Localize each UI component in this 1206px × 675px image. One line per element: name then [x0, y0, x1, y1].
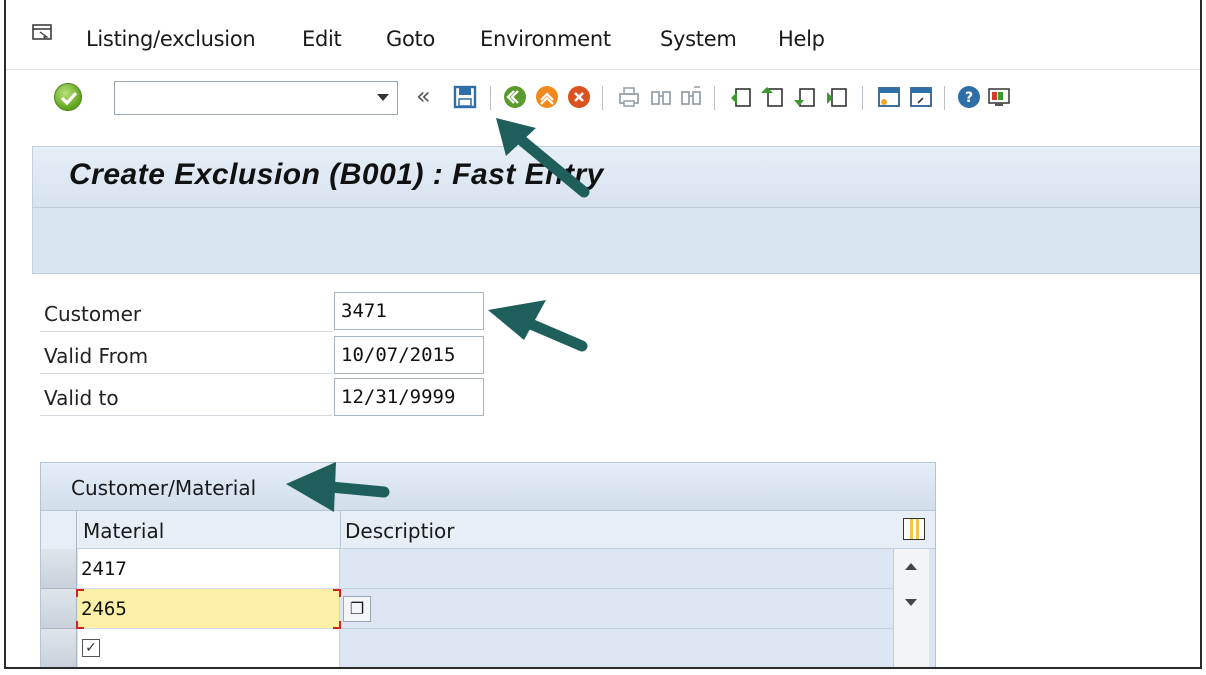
material-cell-active[interactable]: 2465 [78, 589, 340, 629]
create-session-icon[interactable] [876, 84, 902, 110]
description-cell [341, 629, 893, 667]
toolbar-separator [490, 86, 491, 110]
menu-system[interactable]: System [660, 27, 737, 51]
toolbar-separator [602, 86, 603, 110]
column-header-material[interactable]: Material [83, 519, 164, 543]
help-icon[interactable]: ? [956, 84, 982, 110]
chevron-down-icon[interactable] [377, 94, 389, 101]
menu-bar: Listing/exclusion Edit Goto Environment … [6, 0, 1200, 70]
toolbar-separator [944, 86, 945, 110]
table-title-bar: Customer/Material [41, 463, 935, 511]
customer-row: Customer [40, 292, 332, 332]
valid-from-label: Valid From [44, 344, 149, 368]
command-field[interactable] [114, 81, 398, 115]
menu-environment[interactable]: Environment [480, 27, 611, 51]
application-toolbar [32, 208, 1200, 274]
table-header: Material Descriptior [41, 511, 935, 549]
annotation-arrow-icon [496, 118, 590, 198]
sap-window: Listing/exclusion Edit Goto Environment … [4, 0, 1202, 669]
material-cell[interactable]: ✓ [78, 629, 340, 667]
svg-text:?: ? [965, 90, 973, 106]
row-selector[interactable] [41, 629, 77, 667]
last-page-icon[interactable] [824, 84, 850, 110]
table-settings-icon[interactable] [903, 518, 925, 540]
customer-material-table: Customer/Material Material Descriptior 2… [40, 462, 937, 667]
toolbar-separator [862, 86, 863, 110]
collapse-icon[interactable]: « [416, 82, 431, 110]
menu-edit[interactable]: Edit [302, 27, 342, 51]
title-area: Create Exclusion (B001) : Fast Entry [32, 146, 1200, 208]
next-page-icon[interactable] [792, 84, 818, 110]
checkbox-icon[interactable]: ✓ [82, 639, 100, 657]
menu-help[interactable]: Help [778, 27, 825, 51]
valid-to-label: Valid to [44, 386, 119, 410]
cancel-icon[interactable] [566, 84, 592, 110]
focus-bracket [76, 621, 84, 629]
table-row: 2465 ❐ [41, 589, 937, 629]
exit-icon[interactable] [534, 84, 560, 110]
scroll-down-icon[interactable] [905, 599, 917, 606]
shortcut-icon[interactable] [908, 84, 934, 110]
table-row: ✓ [41, 629, 937, 667]
vertical-scrollbar[interactable] [893, 549, 929, 667]
description-cell [341, 589, 893, 629]
valid-to-row: Valid to [40, 376, 332, 416]
menu-goto[interactable]: Goto [386, 27, 435, 51]
focus-bracket [333, 589, 341, 597]
customer-input[interactable]: 3471 [334, 292, 484, 330]
focus-bracket [76, 589, 84, 597]
toolbar-separator [714, 86, 715, 110]
enter-icon[interactable] [54, 83, 82, 111]
annotation-arrow-icon [286, 462, 390, 512]
value-help-icon[interactable]: ❐ [343, 596, 371, 622]
find-next-icon[interactable] [678, 84, 704, 110]
scroll-up-icon[interactable] [905, 563, 917, 570]
previous-page-icon[interactable] [760, 84, 786, 110]
menu-listing-exclusion[interactable]: Listing/exclusion [86, 27, 256, 51]
save-icon[interactable] [452, 84, 478, 110]
layout-icon[interactable] [986, 84, 1012, 110]
find-icon[interactable] [648, 84, 674, 110]
print-icon[interactable] [616, 84, 642, 110]
back-icon[interactable] [502, 84, 528, 110]
valid-from-row: Valid From [40, 334, 332, 374]
table-title: Customer/Material [71, 476, 257, 500]
menu-icon[interactable] [32, 24, 52, 40]
customer-label: Customer [44, 302, 142, 326]
select-all-cell[interactable] [41, 511, 77, 549]
material-cell[interactable]: 2417 [78, 549, 340, 589]
row-selector[interactable] [41, 549, 77, 589]
row-selector[interactable] [41, 589, 77, 629]
focus-bracket [333, 621, 341, 629]
annotation-arrow-icon [488, 300, 588, 352]
table-row: 2417 [41, 549, 937, 589]
description-cell [341, 549, 893, 589]
column-header-description[interactable]: Descriptior [345, 519, 454, 543]
first-page-icon[interactable] [728, 84, 754, 110]
valid-from-input[interactable]: 10/07/2015 [334, 336, 484, 374]
valid-to-input[interactable]: 12/31/9999 [334, 378, 484, 416]
checkmark-icon [60, 91, 78, 106]
